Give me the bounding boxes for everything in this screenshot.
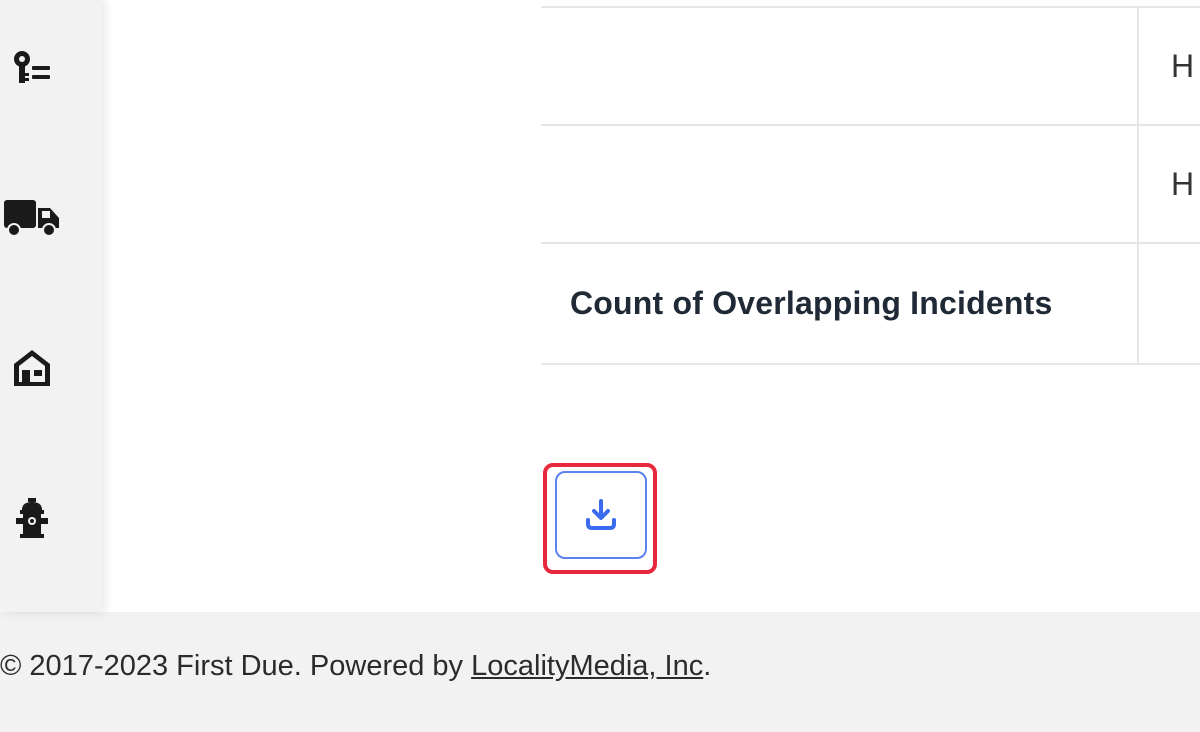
page-frame: H H Count of Overlapping Incidents © 201… [0,0,1200,732]
download-icon [586,499,616,530]
row-value: H [1171,165,1195,202]
row-label: Count of Overlapping Incidents [570,285,1053,321]
sidebar-item-keys[interactable] [0,36,64,100]
building-icon [14,350,50,386]
main-content: H H Count of Overlapping Incidents [0,0,1200,612]
table-row: H [541,8,1200,126]
results-table: H H Count of Overlapping Incidents [541,0,1200,365]
footer-prefix: © 2017-2023 First Due. Powered by [0,650,472,682]
key-list-icon [14,51,50,83]
table-cell [1139,244,1200,363]
locality-media-link[interactable]: LocalityMedia, Inc [471,650,703,682]
table-cell: Count of Overlapping Incidents [541,244,1139,363]
hydrant-icon [16,498,48,538]
table-row: H [541,126,1200,244]
table-cell: H [1139,126,1200,242]
table-row: Count of Overlapping Incidents [541,244,1200,365]
truck-icon [4,200,59,237]
table-cell: H [1139,8,1200,124]
footer-copyright: © 2017-2023 First Due. Powered by Locali… [0,650,711,683]
sidebar-item-apparatus[interactable] [0,186,64,250]
sidebar-item-occupancy[interactable] [0,336,64,400]
download-button[interactable] [555,471,647,559]
footer-suffix: . [703,650,712,682]
row-value: H [1171,47,1195,84]
table-cell [541,126,1139,242]
table-cell [541,8,1139,124]
sidebar [0,0,102,612]
sidebar-item-hydrants[interactable] [0,486,64,550]
